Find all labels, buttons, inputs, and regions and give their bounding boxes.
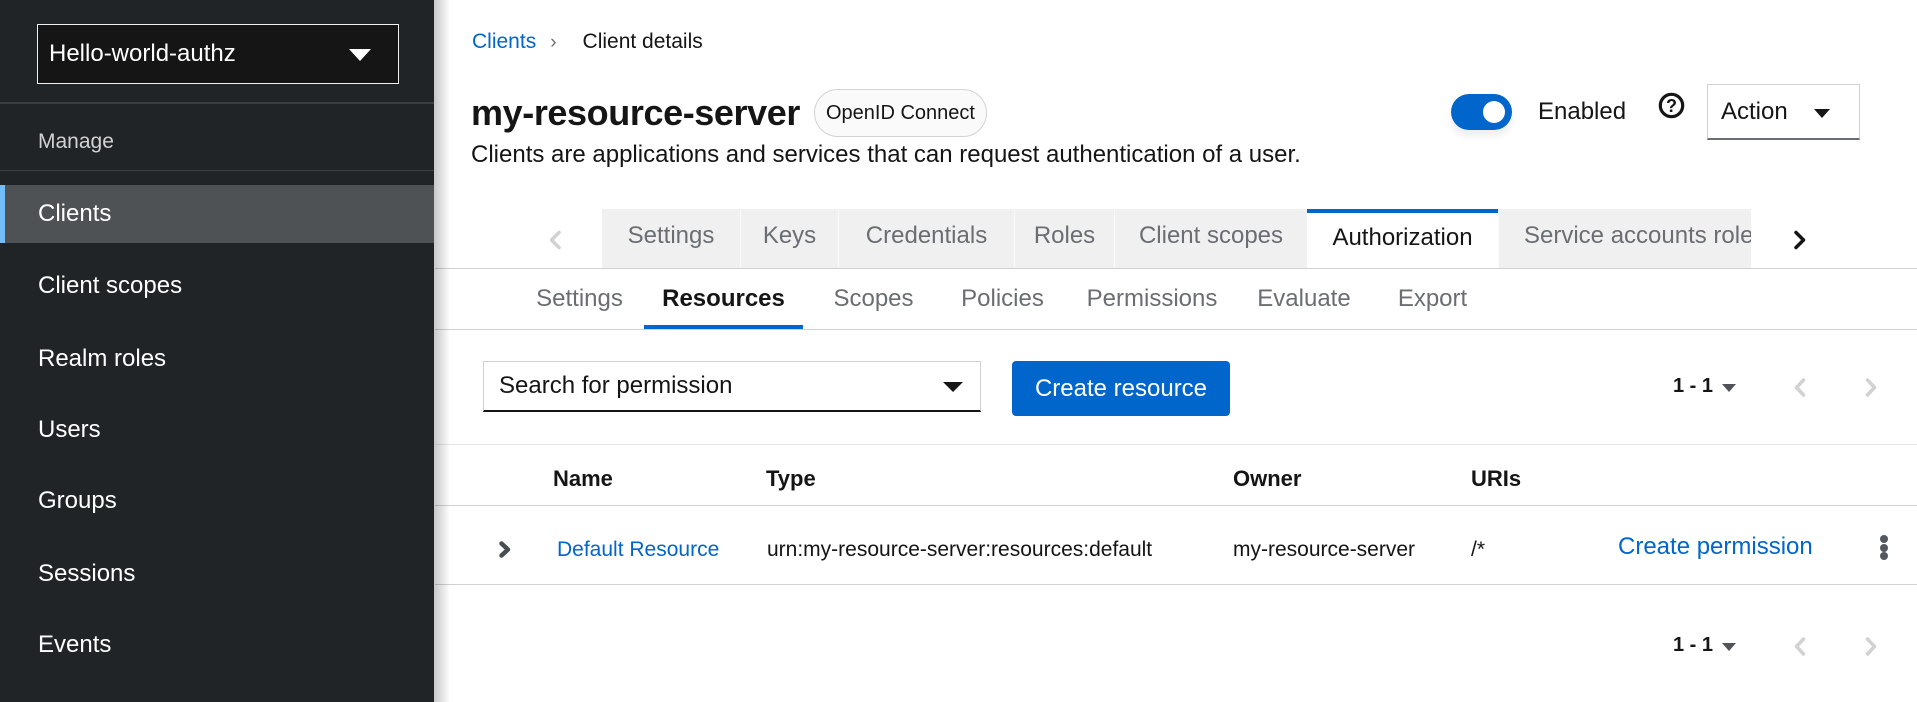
svg-text:?: ? [1666,96,1677,116]
